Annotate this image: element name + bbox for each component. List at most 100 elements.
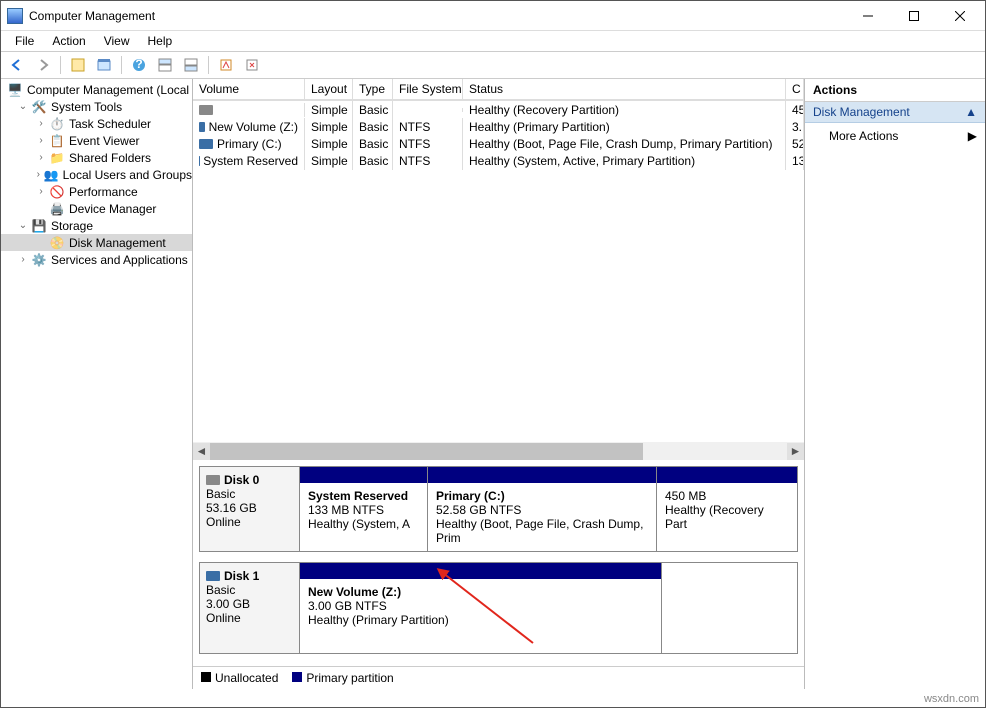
volume-status: Healthy (Boot, Page File, Crash Dump, Pr… <box>463 135 786 153</box>
partition-name: System Reserved <box>308 489 419 503</box>
menu-view[interactable]: View <box>96 32 138 50</box>
partition-primary-c[interactable]: Primary (C:)52.58 GB NTFSHealthy (Boot, … <box>428 467 657 551</box>
partition-new-volume-z[interactable]: New Volume (Z:)3.00 GB NTFSHealthy (Prim… <box>300 563 662 653</box>
view-bottom-button[interactable] <box>179 54 203 76</box>
volume-list[interactable]: Simple Basic Healthy (Recovery Partition… <box>193 101 804 442</box>
expand-icon[interactable]: › <box>35 186 47 197</box>
toolbar: ? <box>1 51 985 79</box>
tree-task-scheduler[interactable]: ›⏱️Task Scheduler <box>1 115 192 132</box>
tree-root[interactable]: 🖥️Computer Management (Local <box>1 81 192 98</box>
disk-1[interactable]: Disk 1 Basic 3.00 GB Online New Volume (… <box>199 562 798 654</box>
volume-list-header[interactable]: Volume Layout Type File System Status C <box>193 79 804 101</box>
volume-fs: NTFS <box>393 135 463 153</box>
collapse-icon[interactable]: ⌄ <box>17 101 29 112</box>
console-tree[interactable]: 🖥️Computer Management (Local ⌄🛠️System T… <box>1 79 193 689</box>
partition-name: New Volume (Z:) <box>308 585 653 599</box>
tools-icon: 🛠️ <box>31 99 47 115</box>
menu-action[interactable]: Action <box>44 32 93 50</box>
expand-icon[interactable]: › <box>17 254 29 265</box>
tree-device-manager[interactable]: 🖨️Device Manager <box>1 200 192 217</box>
tree-local-users[interactable]: ›👥Local Users and Groups <box>1 166 192 183</box>
maximize-button[interactable] <box>891 1 937 31</box>
device-icon: 🖨️ <box>49 201 65 217</box>
app-icon <box>7 8 23 24</box>
expand-icon[interactable]: › <box>35 169 42 180</box>
partition-recovery[interactable]: 450 MBHealthy (Recovery Part <box>657 467 797 551</box>
disk-type: Basic <box>206 487 293 501</box>
disk-0[interactable]: Disk 0 Basic 53.16 GB Online System Rese… <box>199 466 798 552</box>
watermark: wsxdn.com <box>924 693 979 705</box>
storage-icon: 💾 <box>31 218 47 234</box>
tree-label: Task Scheduler <box>69 117 151 131</box>
tree-event-viewer[interactable]: ›📋Event Viewer <box>1 132 192 149</box>
horizontal-scrollbar[interactable]: ◄ ► <box>193 442 804 460</box>
services-icon: ⚙️ <box>31 252 47 268</box>
legend-primary: Primary partition <box>292 671 393 685</box>
back-button[interactable] <box>5 54 29 76</box>
refresh-button[interactable] <box>240 54 264 76</box>
col-type[interactable]: Type <box>353 79 393 100</box>
volume-status: Healthy (Recovery Partition) <box>463 101 786 119</box>
tree-shared-folders[interactable]: ›📁Shared Folders <box>1 149 192 166</box>
actions-section-disk-management[interactable]: Disk Management ▲ <box>805 102 985 123</box>
minimize-button[interactable] <box>845 1 891 31</box>
col-capacity[interactable]: C <box>786 79 804 100</box>
scroll-right-icon[interactable]: ► <box>787 443 804 460</box>
tree-services-apps[interactable]: ›⚙️Services and Applications <box>1 251 192 268</box>
help-button[interactable]: ? <box>127 54 151 76</box>
volume-row[interactable]: Primary (C:) Simple Basic NTFS Healthy (… <box>193 135 804 152</box>
properties-button[interactable] <box>92 54 116 76</box>
volume-row[interactable]: Simple Basic Healthy (Recovery Partition… <box>193 101 804 118</box>
disk-type: Basic <box>206 583 293 597</box>
volume-row[interactable]: New Volume (Z:) Simple Basic NTFS Health… <box>193 118 804 135</box>
actions-title: Actions <box>805 79 985 102</box>
forward-button[interactable] <box>31 54 55 76</box>
col-volume[interactable]: Volume <box>193 79 305 100</box>
menu-help[interactable]: Help <box>140 32 181 50</box>
partition-size: 133 MB NTFS <box>308 503 419 517</box>
show-hide-tree-button[interactable] <box>66 54 90 76</box>
details-pane: Volume Layout Type File System Status C … <box>193 79 805 689</box>
disk-size: 53.16 GB <box>206 501 293 515</box>
partition-status: Healthy (System, A <box>308 517 419 531</box>
disk-icon: 📀 <box>49 235 65 251</box>
performance-icon: 🚫 <box>49 184 65 200</box>
volume-icon <box>199 122 205 132</box>
disk-state: Online <box>206 515 293 529</box>
expand-icon[interactable]: › <box>35 152 47 163</box>
actions-more-actions[interactable]: More Actions ▶ <box>805 123 985 149</box>
volume-layout: Simple <box>305 152 353 170</box>
disk-0-info[interactable]: Disk 0 Basic 53.16 GB Online <box>200 467 300 551</box>
menu-file[interactable]: File <box>7 32 42 50</box>
view-top-button[interactable] <box>153 54 177 76</box>
svg-text:?: ? <box>135 58 142 71</box>
disk-1-info[interactable]: Disk 1 Basic 3.00 GB Online <box>200 563 300 653</box>
close-button[interactable] <box>937 1 983 31</box>
tree-storage[interactable]: ⌄💾Storage <box>1 217 192 234</box>
scroll-thumb[interactable] <box>210 443 643 460</box>
legend-unallocated: Unallocated <box>201 671 278 685</box>
tree-label: Disk Management <box>69 236 166 250</box>
volume-name: System Reserved <box>203 154 298 168</box>
collapse-icon[interactable]: ⌄ <box>17 220 29 231</box>
settings-button[interactable] <box>214 54 238 76</box>
tree-disk-management[interactable]: 📀 Disk Management <box>1 234 192 251</box>
col-status[interactable]: Status <box>463 79 786 100</box>
col-layout[interactable]: Layout <box>305 79 353 100</box>
tree-system-tools[interactable]: ⌄🛠️System Tools <box>1 98 192 115</box>
partition-system-reserved[interactable]: System Reserved133 MB NTFSHealthy (Syste… <box>300 467 428 551</box>
tree-label: Shared Folders <box>69 151 151 165</box>
tree-root-label: Computer Management (Local <box>27 83 189 97</box>
volume-layout: Simple <box>305 135 353 153</box>
tree-performance[interactable]: ›🚫Performance <box>1 183 192 200</box>
col-filesystem[interactable]: File System <box>393 79 463 100</box>
volume-row[interactable]: System Reserved Simple Basic NTFS Health… <box>193 152 804 169</box>
expand-icon[interactable]: › <box>35 118 47 129</box>
scroll-left-icon[interactable]: ◄ <box>193 443 210 460</box>
partition-name: Primary (C:) <box>436 489 648 503</box>
disk-icon <box>206 475 220 485</box>
volume-icon <box>199 139 213 149</box>
volume-name: New Volume (Z:) <box>209 120 298 134</box>
expand-icon[interactable]: › <box>35 135 47 146</box>
title-bar: Computer Management <box>1 1 985 31</box>
